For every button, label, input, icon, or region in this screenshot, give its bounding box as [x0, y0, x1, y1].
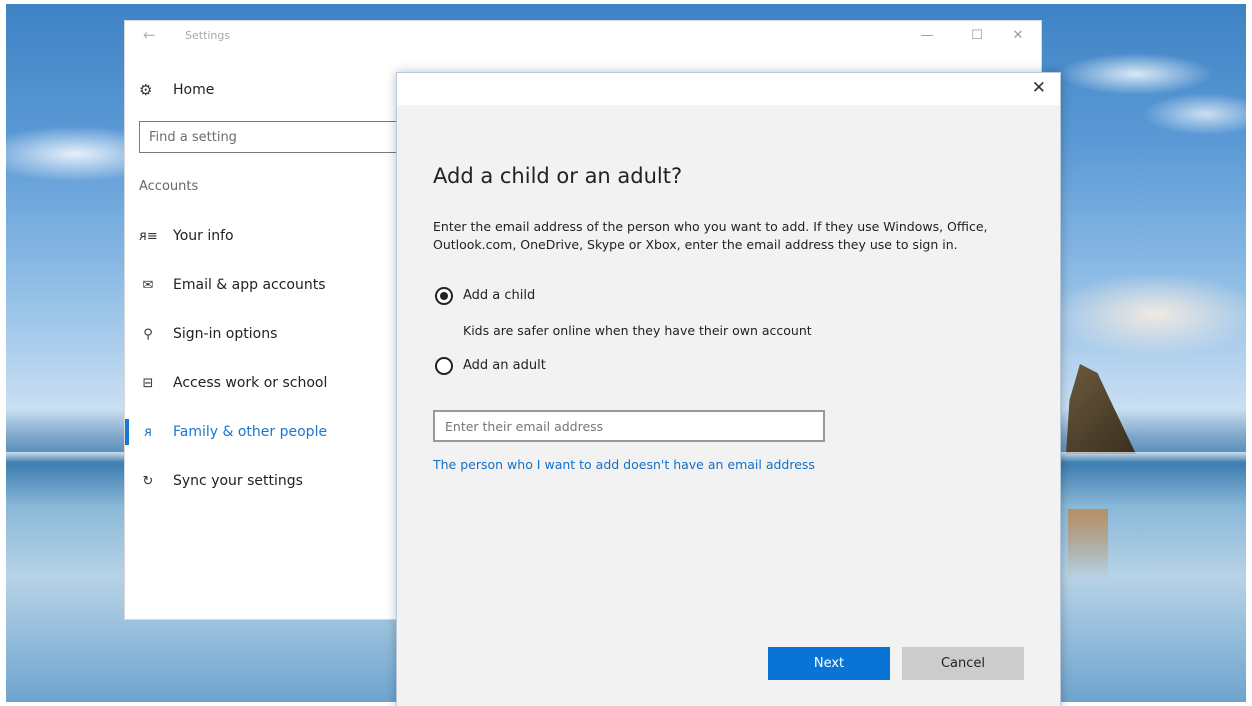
add-child-radio[interactable]: [435, 287, 453, 305]
sidebar-item-label: Sync your settings: [173, 473, 303, 489]
no-email-link[interactable]: The person who I want to add doesn't hav…: [433, 457, 815, 472]
person-icon: ᴙ: [144, 424, 152, 440]
gear-icon: ⚙: [139, 81, 153, 99]
wallpaper-rock-reflection: [1068, 509, 1108, 579]
section-title: Accounts: [139, 179, 199, 194]
sidebar-item-label: Email & app accounts: [173, 277, 326, 293]
sync-icon: ↻: [142, 473, 154, 489]
sidebar-home-label: Home: [173, 82, 215, 98]
briefcase-icon: ⊟: [142, 375, 154, 391]
dialog-title: Add a child or an adult?: [433, 164, 683, 188]
sidebar-home[interactable]: ⚙ Home: [139, 79, 214, 101]
email-field[interactable]: [433, 410, 825, 442]
window-title: Settings: [185, 29, 231, 42]
next-button[interactable]: Next: [768, 647, 890, 680]
active-indicator: [125, 419, 129, 445]
mail-icon: ✉: [142, 277, 154, 293]
back-arrow-icon[interactable]: ←: [143, 26, 156, 44]
maximize-button[interactable]: ☐: [965, 26, 989, 46]
sidebar-item-label: Access work or school: [173, 375, 328, 391]
add-person-dialog: ✕ Add a child or an adult? Enter the ema…: [396, 72, 1061, 706]
child-note: Kids are safer online when they have the…: [463, 323, 812, 338]
minimize-button[interactable]: —: [915, 26, 939, 46]
sidebar-item-label: Sign-in options: [173, 326, 278, 342]
sidebar-item-sync-settings[interactable]: ↻ Sync your settings: [139, 469, 303, 493]
sidebar-item-email-app-accounts[interactable]: ✉ Email & app accounts: [139, 273, 326, 297]
sidebar-item-family-other-people[interactable]: ᴙ Family & other people: [139, 420, 327, 444]
sidebar-item-sign-in-options[interactable]: ⚲ Sign-in options: [139, 322, 277, 346]
dialog-title-bar: ✕: [397, 73, 1060, 105]
add-adult-radio[interactable]: [435, 357, 453, 375]
sidebar-item-your-info[interactable]: ᴙ≡ Your info: [139, 224, 234, 248]
radio-selected-dot: [440, 292, 448, 300]
add-child-label[interactable]: Add a child: [463, 288, 535, 303]
close-icon[interactable]: ✕: [1032, 78, 1046, 98]
sidebar-item-label: Family & other people: [173, 424, 328, 440]
wallpaper-rock: [1066, 364, 1136, 454]
sidebar-item-label: Your info: [173, 228, 234, 244]
person-card-icon: ᴙ≡: [139, 228, 158, 244]
close-window-button[interactable]: ✕: [1006, 26, 1030, 46]
add-adult-label[interactable]: Add an adult: [463, 358, 546, 373]
key-icon: ⚲: [143, 326, 153, 342]
search-input[interactable]: [139, 121, 411, 153]
sidebar-item-access-work-school[interactable]: ⊟ Access work or school: [139, 371, 328, 395]
dialog-description: Enter the email address of the person wh…: [433, 219, 988, 252]
cancel-button[interactable]: Cancel: [902, 647, 1024, 680]
title-bar: ← Settings — ☐ ✕: [125, 21, 1041, 53]
